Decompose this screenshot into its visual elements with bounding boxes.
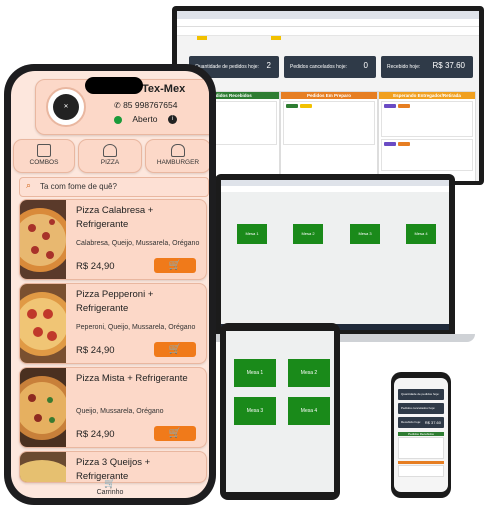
browser-tab-bar [177,11,479,19]
add-to-cart-button[interactable]: 🛒 [154,342,196,357]
stat-label: Recebido hoje: [387,64,421,70]
store-logo: ✕ [46,87,86,127]
tablet: Mesa 1 Mesa 2 Mesa 3 Mesa 4 [220,323,340,500]
category-label: COMBOS [29,159,59,166]
column-divider [398,461,444,464]
laptop: Mesa 1 Mesa 2 Mesa 3 Mesa 4 [215,174,455,334]
tablet-tables-screen: Mesa 1 Mesa 2 Mesa 3 Mesa 4 [226,331,334,492]
store-status: Aberto i [114,114,177,125]
stat-cancelled-today: Pedidos cancelados hoje: 0 [284,56,376,78]
menu-app-screen: ✕ Tex-Mex ✆ 85 998767654 Aberto i COMBOS… [11,71,209,498]
stat-value: R$ 37.60 [424,420,441,425]
category-pizza[interactable]: PIZZA [78,139,142,173]
stat-value: 0 [363,61,368,70]
main-phone: ✕ Tex-Mex ✆ 85 998767654 Aberto i COMBOS… [4,64,216,505]
pizza-icon [103,144,117,157]
browser-address-bar[interactable] [177,19,479,27]
stat-value: R$ 37.60 [432,61,465,70]
info-icon[interactable]: i [167,115,177,125]
table-button[interactable]: Mesa 4 [406,224,436,244]
search-icon: ⌕ [26,180,32,190]
stat-received-today: Recebido hoje: R$ 37.60 [398,417,444,428]
category-label: HAMBURGER [156,159,200,166]
column-title: Pedidos Em Preparo [281,92,377,99]
item-name: Pizza Calabresa + Refrigerante [76,205,154,230]
laptop-tables-screen: Mesa 1 Mesa 2 Mesa 3 Mesa 4 [221,180,449,330]
table-button[interactable]: Mesa 3 [350,224,380,244]
item-price: R$ 24,90 [76,345,115,356]
item-name: Pizza Mista + Refrigerante [76,373,188,384]
order-card[interactable] [381,139,473,171]
store-phone[interactable]: ✆ 85 998767654 [114,100,177,110]
table-button[interactable]: Mesa 1 [234,359,276,387]
column-title: Esperando Entregador/Retirada [379,92,475,99]
order-card[interactable] [398,437,444,459]
table-button[interactable]: Mesa 4 [288,397,330,425]
item-price: R$ 24,90 [76,429,115,440]
item-price: R$ 24,90 [76,261,115,272]
phone-notch [85,77,143,94]
status-text: Aberto [132,114,158,124]
order-card[interactable] [283,101,375,145]
item-description: Peperoni, Queijo, Mussarela, Orégano [76,324,196,331]
toolbar-chip[interactable] [197,36,207,40]
category-combos[interactable]: COMBOS [13,139,75,173]
order-card[interactable] [381,101,473,137]
logo-icon: ✕ [53,94,79,120]
cart-add-icon: 🛒 [168,428,182,439]
stat-received-today: Recebido hoje: R$ 37.60 [381,56,473,78]
cart-nav-button[interactable]: 🛒 Carrinho [97,478,124,496]
status-area [394,378,448,386]
add-to-cart-button[interactable]: 🛒 [154,426,196,441]
search-bar[interactable]: ⌕ Ta com fome de quê? [19,177,209,197]
table-button[interactable]: Mesa 1 [237,224,267,244]
store-name: Tex-Mex [142,83,186,95]
menu-item[interactable]: Pizza Calabresa + Refrigerante Calabresa… [19,199,207,280]
item-description: Calabresa, Queijo, Mussarela, Orégano [76,240,200,247]
search-placeholder: Ta com fome de quê? [40,182,117,191]
cart-icon: 🛒 [104,478,116,488]
stat-label: Pedidos cancelados hoje: [290,64,347,70]
cart-label: Carrinho [96,489,124,496]
cart-add-icon: 🛒 [168,344,182,355]
pizza-image [20,368,66,447]
add-to-cart-button[interactable]: 🛒 [154,258,196,273]
stat-label: Recebido hoje: [401,420,422,424]
table-button[interactable]: Mesa 3 [234,397,276,425]
table-button[interactable]: Mesa 2 [293,224,323,244]
column-waiting: Esperando Entregador/Retirada [378,91,476,181]
receipt-icon [37,144,51,157]
desktop-dashboard-screen: Quantidade de pedidos hoje: 2 Pedidos ca… [177,11,479,181]
small-phone: Quantidade de pedidos hoje: Pedidos canc… [391,372,451,498]
item-name: Pizza Pepperoni + Refrigerante [76,289,154,314]
small-phone-dashboard-screen: Quantidade de pedidos hoje: Pedidos canc… [394,378,448,492]
burger-icon [171,144,185,157]
category-label: PIZZA [100,159,120,166]
pizza-image [20,200,66,279]
browser-address-bar[interactable] [221,186,449,192]
menu-item[interactable]: Pizza Pepperoni + Refrigerante Peperoni,… [19,283,207,364]
bottom-nav: 🛒 Carrinho [11,475,209,498]
menu-item[interactable]: Pizza Mista + Refrigerante Queijo, Mussa… [19,367,207,448]
table-button[interactable]: Mesa 2 [288,359,330,387]
stat-orders-today: Quantidade de pedidos hoje: [398,389,444,400]
toolbar-chip[interactable] [271,36,282,40]
column-preparing: Pedidos Em Preparo [280,91,378,181]
stat-value: 2 [266,61,271,70]
pizza-image [20,284,66,363]
item-description: Queijo, Mussarela, Orégano [76,408,164,415]
whatsapp-icon: ✆ [114,101,121,110]
stat-label: Quantidade de pedidos hoje: [195,64,259,70]
stat-cancelled-today: Pedidos cancelados hoje: [398,403,444,414]
cart-add-icon: 🛒 [168,260,182,271]
open-status-dot [114,115,122,124]
phone-number: 85 998767654 [123,100,178,110]
order-card[interactable] [398,465,444,477]
category-hamburger[interactable]: HAMBURGER [145,139,209,173]
desktop-monitor: Quantidade de pedidos hoje: 2 Pedidos ca… [172,6,484,185]
admin-toolbar [177,27,479,40]
column-title: Pedidos Recebidos [398,432,444,436]
